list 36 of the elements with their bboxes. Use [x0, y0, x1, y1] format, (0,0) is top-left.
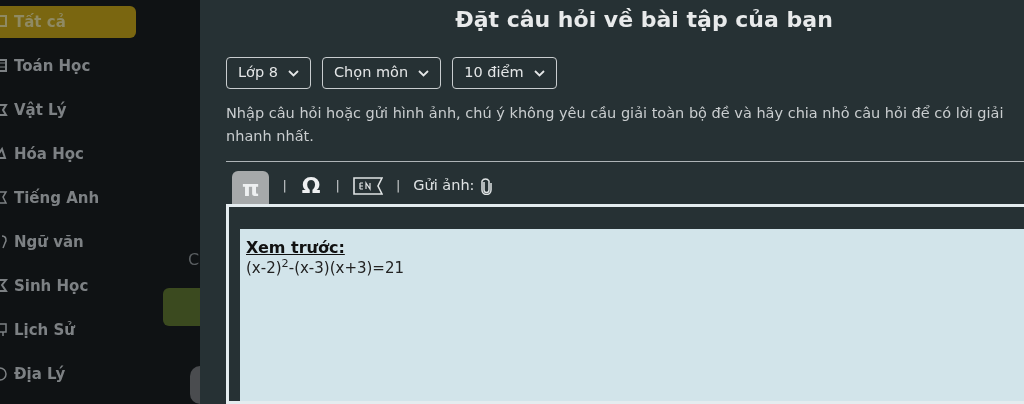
chevron-down-icon [533, 69, 545, 77]
instruction-text: Nhập câu hỏi hoặc gửi hình ảnh, chú ý không yêu cầu giải toàn bộ đề và hãy chia nhỏ câu hỏi để có lời giải nhanh nhất. [226, 104, 1005, 146]
background-text: C [188, 249, 200, 271]
subject-icon [0, 58, 8, 74]
sidebar-item[interactable]: Ngữ văn [0, 226, 136, 258]
english-keyboard-tab[interactable] [352, 177, 383, 195]
preview-heading: Xem trước: [246, 238, 345, 258]
sidebar-item[interactable]: Vật Lý [0, 94, 136, 126]
sidebar-item[interactable]: Sinh Học [0, 270, 136, 302]
subject-icon [0, 278, 8, 294]
paperclip-icon [480, 177, 492, 195]
separator: | [282, 177, 287, 196]
separator: | [395, 177, 401, 196]
send-image-button[interactable]: Gửi ảnh: [413, 175, 492, 197]
math-expression: (x-2)$^{2}$-(x-3)(x+3)=21 [246, 258, 405, 278]
special-characters-tab[interactable]: Ω [299, 171, 323, 201]
subject-icon [0, 14, 8, 30]
subject-icon [0, 234, 8, 250]
subject-icon [0, 366, 8, 382]
chevron-down-icon [288, 69, 299, 77]
sidebar-item[interactable]: Toán Học [0, 50, 136, 82]
subject-icon [0, 102, 8, 118]
sidebar-item[interactable]: Hóa Học [0, 138, 136, 170]
subject-icon [0, 190, 8, 206]
dropdown[interactable]: Lớp 8 [226, 57, 311, 89]
sidebar-item[interactable]: Tiếng Anh [0, 182, 136, 214]
dialog-title: Đặt câu hỏi về bài tập của bạn [454, 6, 834, 34]
dropdown[interactable]: Chọn môn [322, 57, 442, 89]
subject-icon [0, 322, 8, 338]
subject-icon [0, 146, 8, 162]
separator: | [335, 177, 340, 196]
dropdown[interactable]: 10 điểm [452, 57, 557, 89]
sidebar-item[interactable]: Địa Lý [0, 358, 136, 390]
chevron-down-icon [418, 69, 430, 77]
sidebar-item[interactable]: Lịch Sử [0, 314, 136, 346]
flag-icon [352, 177, 383, 195]
